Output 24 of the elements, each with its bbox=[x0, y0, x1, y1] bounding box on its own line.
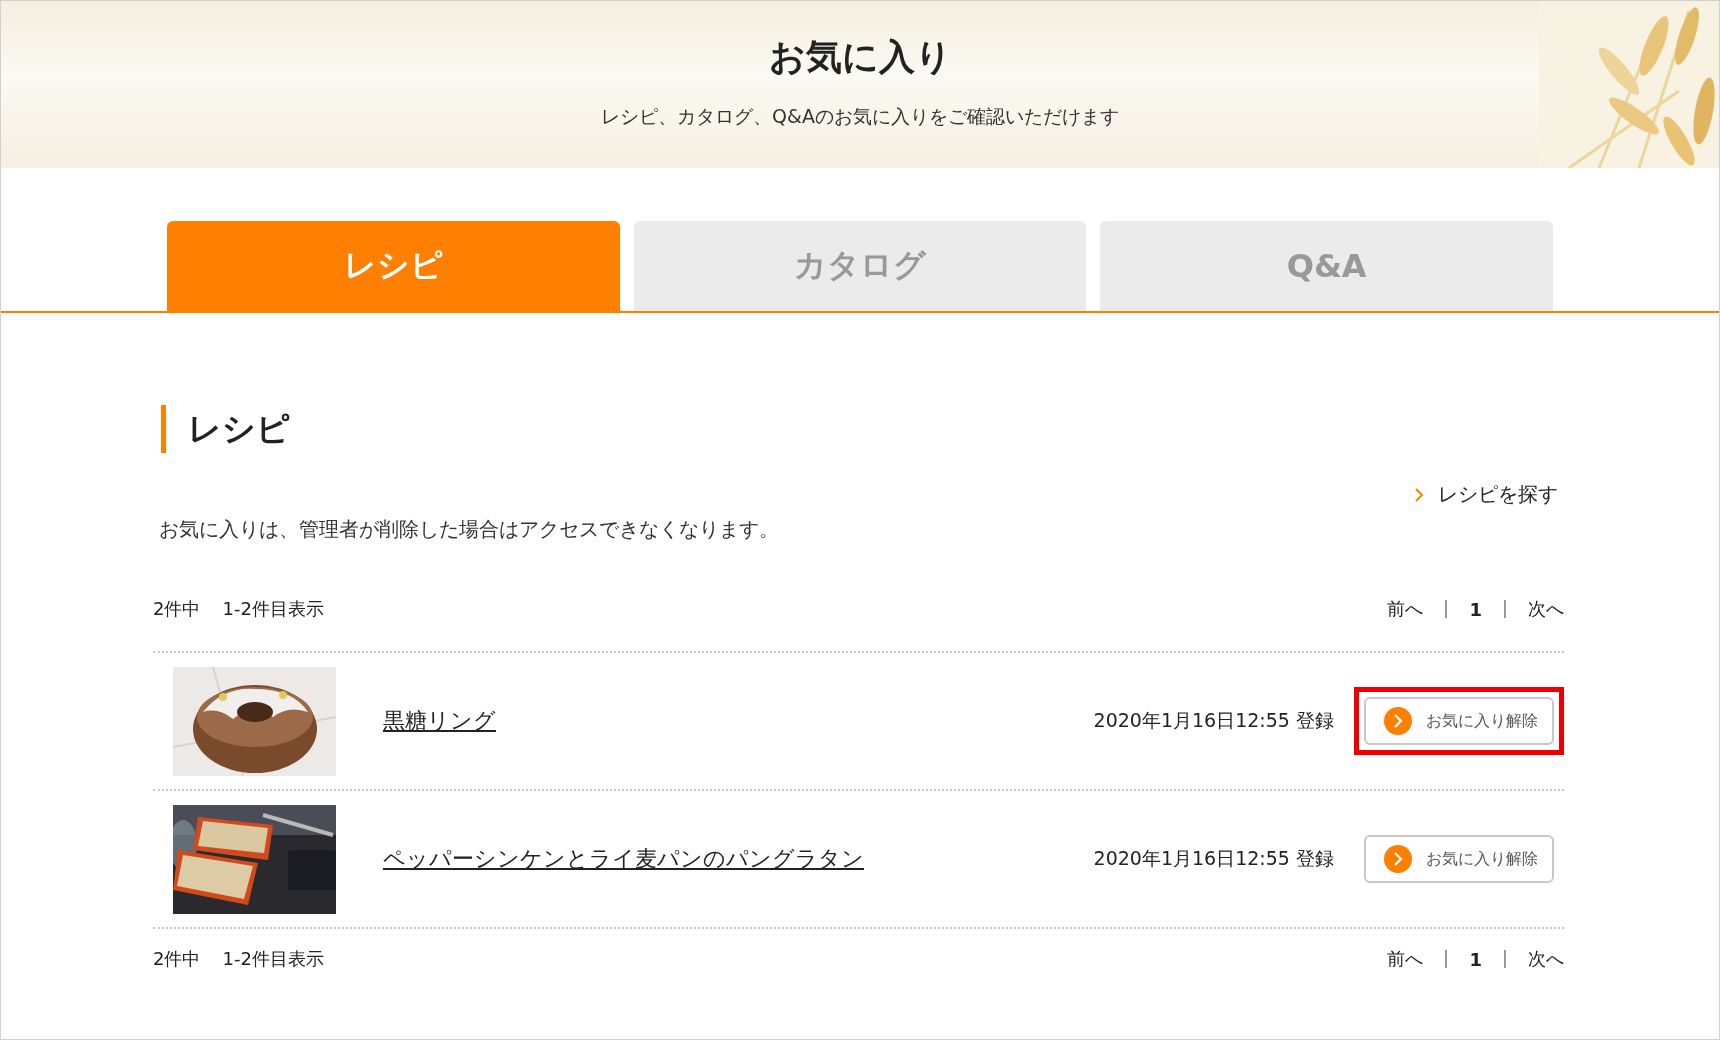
registered-date: 2020年1月16日12:55 登録 bbox=[1093, 846, 1334, 871]
chevron-circle-icon bbox=[1384, 707, 1412, 735]
next-link[interactable]: 次へ bbox=[1528, 597, 1564, 621]
next-link[interactable]: 次へ bbox=[1528, 947, 1564, 971]
notice-text: お気に入りは、管理者が削除した場合はアクセスできなくなります。 bbox=[159, 516, 780, 543]
result-range: 1-2件目表示 bbox=[222, 947, 324, 971]
result-count: 2件中 bbox=[153, 597, 201, 621]
remove-favorite-button[interactable]: お気に入り解除 bbox=[1364, 835, 1554, 883]
chevron-icon bbox=[1414, 486, 1424, 503]
page-subtitle: レシピ、カタログ、Q&Aのお気に入りをご確認いただけます bbox=[601, 104, 1119, 129]
result-count: 2件中 bbox=[153, 947, 201, 971]
section-heading: レシピ bbox=[161, 405, 1564, 453]
chevron-circle-icon bbox=[1384, 845, 1412, 873]
page-number[interactable]: 1 bbox=[1469, 948, 1482, 970]
recipe-link[interactable]: ペッパーシンケンとライ麦パンのパングラタン bbox=[383, 844, 864, 874]
previous-link[interactable]: 前へ bbox=[1387, 597, 1424, 621]
page-title: お気に入り bbox=[768, 35, 952, 79]
find-recipes-link[interactable]: レシピを探す bbox=[1414, 481, 1558, 508]
result-range: 1-2件目表示 bbox=[222, 597, 324, 621]
recipe-link[interactable]: 黒糖リング bbox=[383, 706, 496, 736]
registered-date: 2020年1月16日12:55 登録 bbox=[1093, 708, 1334, 733]
page-number[interactable]: 1 bbox=[1469, 598, 1482, 620]
previous-link[interactable]: 前へ bbox=[1387, 947, 1424, 971]
remove-favorite-button[interactable]: お気に入り解除 bbox=[1364, 697, 1554, 745]
